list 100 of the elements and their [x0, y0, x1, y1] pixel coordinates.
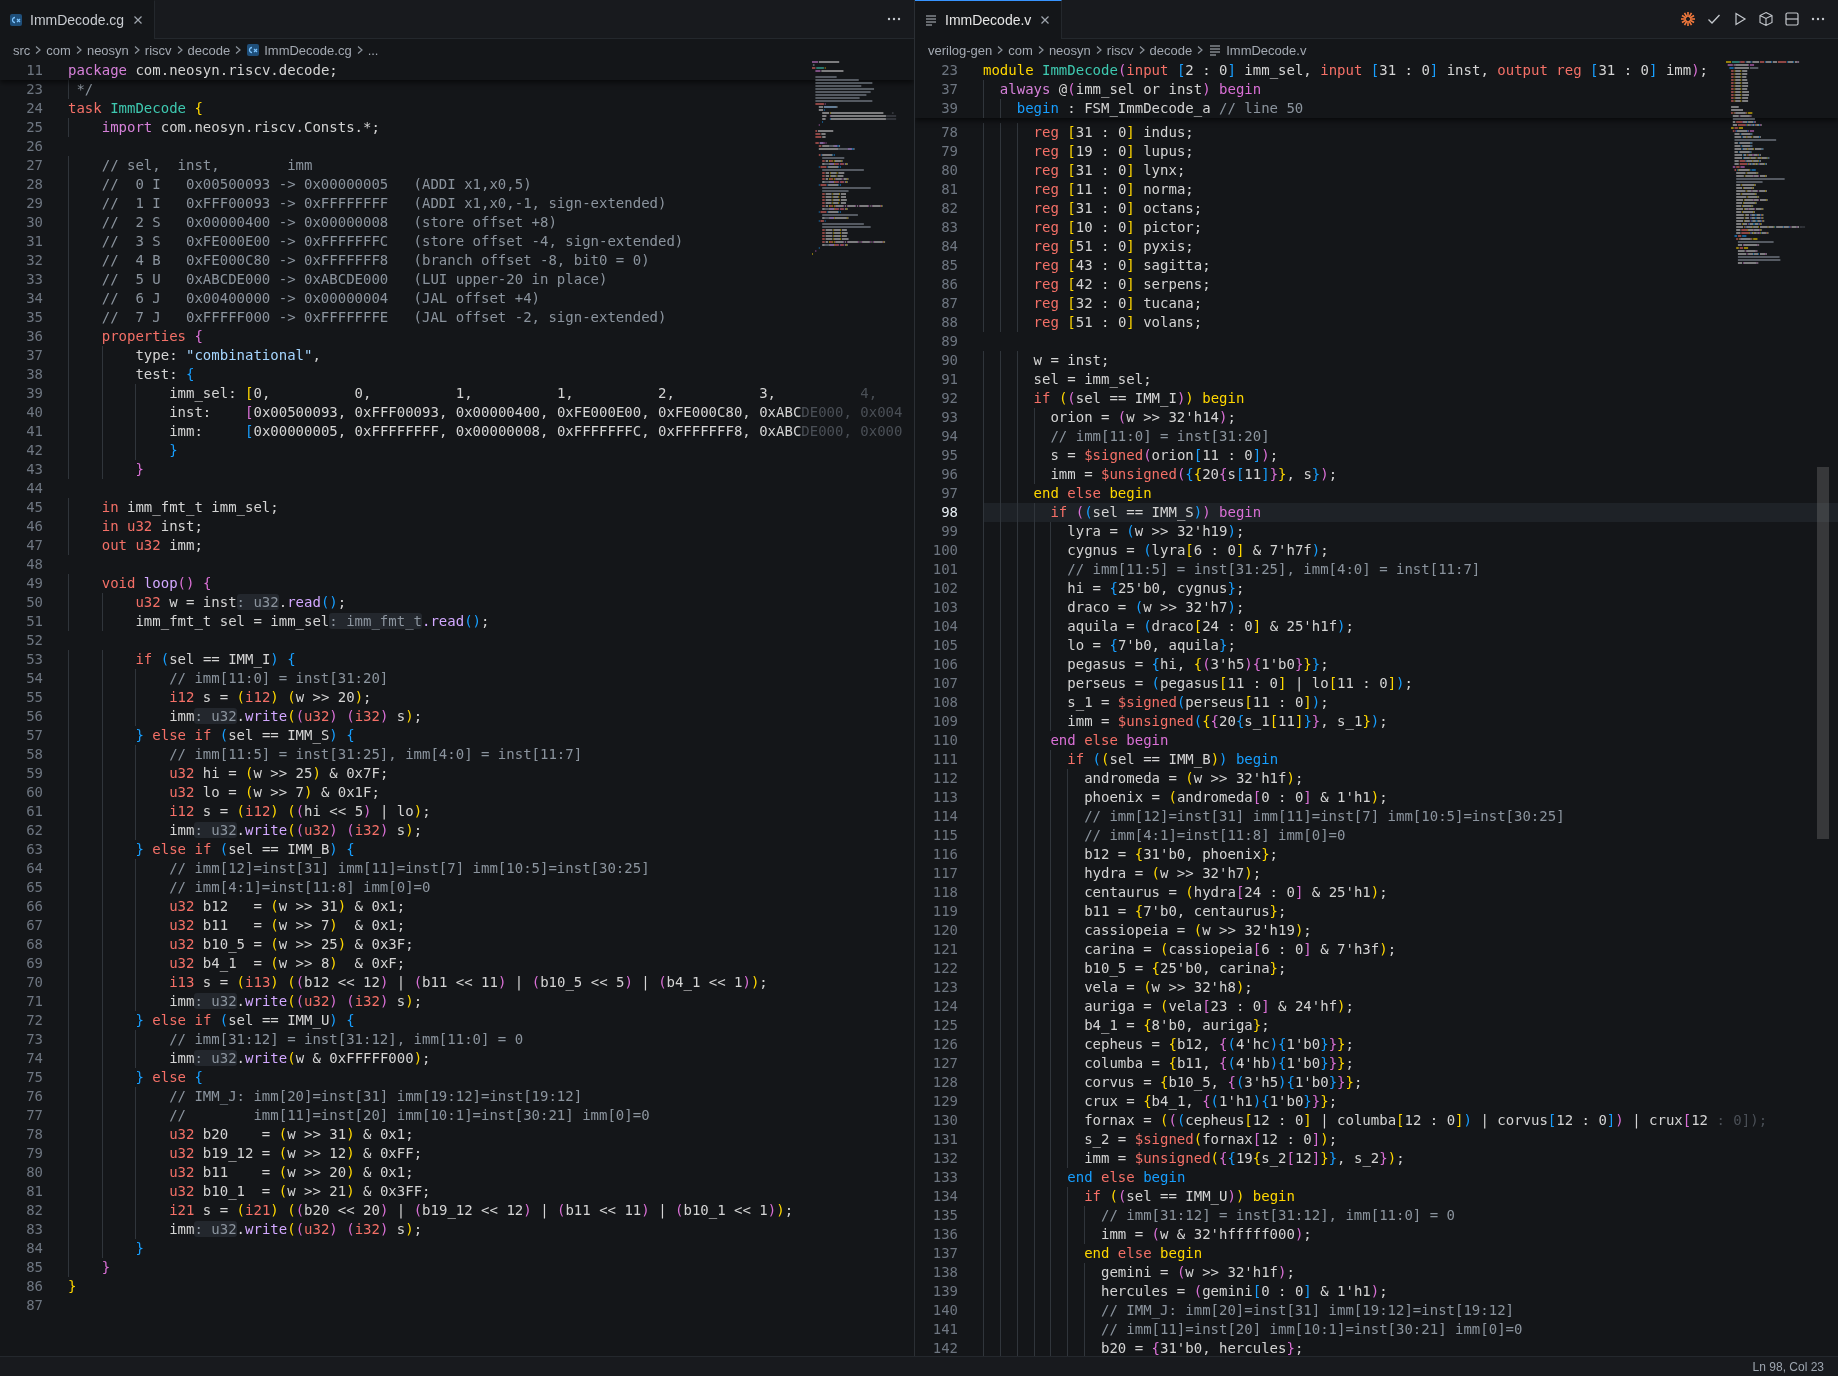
run-icon[interactable] [1732, 11, 1748, 27]
line-number: 36 [25, 327, 43, 346]
cube-icon[interactable] [1758, 11, 1774, 27]
line-number: 81 [940, 180, 958, 199]
line-number: 35 [25, 308, 43, 327]
line-number: 117 [931, 864, 958, 883]
breadcrumb-item[interactable]: ImmDecode.cg [264, 42, 352, 58]
line-number: 78 [940, 123, 958, 142]
line-number: 84 [940, 237, 958, 256]
line-number: 95 [940, 446, 958, 465]
line-number: 114 [931, 807, 958, 826]
line-number: 70 [25, 973, 43, 992]
breadcrumb-item[interactable]: ... [367, 42, 379, 58]
line-number: 54 [25, 669, 43, 688]
line-number: 98 [940, 503, 958, 522]
line-number: 42 [25, 441, 43, 460]
line-number: 39 [25, 384, 43, 403]
breadcrumb-item[interactable]: riscv [1106, 42, 1134, 58]
line-number: 118 [931, 883, 958, 902]
line-number: 32 [25, 251, 43, 270]
breadcrumb-item[interactable]: decode [1149, 42, 1193, 58]
line-number: 66 [25, 897, 43, 916]
line-number: 140 [931, 1301, 958, 1320]
line-number: 34 [25, 289, 43, 308]
line-number: 23 [940, 61, 958, 80]
spark-icon[interactable] [1680, 11, 1696, 27]
line-number: 100 [931, 541, 958, 560]
line-number: 107 [931, 674, 958, 693]
line-number: 79 [25, 1144, 43, 1163]
line-number: 41 [25, 422, 43, 441]
breadcrumb-item[interactable]: neosyn [86, 42, 129, 58]
line-number: 75 [25, 1068, 43, 1087]
line-number: 110 [931, 731, 958, 750]
line-number: 123 [931, 978, 958, 997]
line-number: 63 [25, 840, 43, 859]
line-number: 80 [25, 1163, 43, 1182]
line-number: 138 [931, 1263, 958, 1282]
breadcrumb-item[interactable]: decode [187, 42, 231, 58]
line-number: 33 [25, 270, 43, 289]
line-number: 81 [25, 1182, 43, 1201]
line-number: 37 [940, 80, 958, 99]
line-number: 30 [25, 213, 43, 232]
line-number: 31 [25, 232, 43, 251]
line-number: 44 [25, 479, 43, 498]
line-number: 94 [940, 427, 958, 446]
code-line: module ImmDecode(input [2 : 0] imm_sel, input [31 : 0] inst, output reg [31 : 0] imm); [983, 61, 1710, 80]
line-number: 23 [25, 80, 43, 99]
line-number: 99 [940, 522, 958, 541]
breadcrumb-item[interactable]: riscv [144, 42, 172, 58]
line-number: 59 [25, 764, 43, 783]
line-number: 46 [25, 517, 43, 536]
code-line: } [68, 1277, 78, 1296]
line-number: 103 [931, 598, 958, 617]
line-number: 105 [931, 636, 958, 655]
editor-tab[interactable]: ImmDecode.cg [0, 0, 156, 39]
line-number: 73 [25, 1030, 43, 1049]
line-number: 27 [25, 156, 43, 175]
breadcrumb-item[interactable]: src [13, 42, 31, 58]
line-number: 26 [25, 137, 43, 156]
line-number: 80 [940, 161, 958, 180]
code-file-icon [246, 43, 261, 57]
code-file-icon [9, 13, 23, 27]
line-number: 83 [940, 218, 958, 237]
line-number: 111 [931, 750, 958, 769]
breadcrumb-item[interactable]: ImmDecode.v [1226, 42, 1307, 58]
line-number: 129 [931, 1092, 958, 1111]
line-number: 97 [940, 484, 958, 503]
line-number: 141 [931, 1320, 958, 1339]
breadcrumb-item[interactable]: verilog-gen [928, 42, 993, 58]
line-number: 139 [931, 1282, 958, 1301]
line-number: 56 [25, 707, 43, 726]
line-number: 126 [931, 1035, 958, 1054]
line-number: 134 [931, 1187, 958, 1206]
line-number: 37 [25, 346, 43, 365]
line-number: 86 [940, 275, 958, 294]
split-editor-icon[interactable] [1784, 11, 1800, 27]
line-number: 119 [931, 902, 958, 921]
line-number: 127 [931, 1054, 958, 1073]
breadcrumb-item[interactable]: com [46, 42, 71, 58]
scrollbar-thumb[interactable] [1817, 467, 1829, 839]
line-number: 137 [931, 1244, 958, 1263]
line-number: 96 [940, 465, 958, 484]
line-number: 65 [25, 878, 43, 897]
code-line: task ImmDecode { [68, 99, 204, 118]
breadcrumb-item[interactable]: neosyn [1048, 42, 1091, 58]
editor-tab[interactable]: ImmDecode.v [915, 0, 1063, 39]
line-number: 135 [931, 1206, 958, 1225]
line-number: 120 [931, 921, 958, 940]
cursor-position[interactable]: Ln 98, Col 23 [1752, 1359, 1824, 1374]
breadcrumb-item[interactable]: com [1008, 42, 1033, 58]
line-number: 79 [940, 142, 958, 161]
line-number: 62 [25, 821, 43, 840]
line-number: 11 [25, 61, 43, 80]
line-number: 86 [25, 1277, 43, 1296]
line-number: 57 [25, 726, 43, 745]
line-number: 130 [931, 1111, 958, 1130]
line-number: 132 [931, 1149, 958, 1168]
line-number: 85 [940, 256, 958, 275]
line-number: 101 [931, 560, 958, 579]
line-number: 133 [931, 1168, 958, 1187]
